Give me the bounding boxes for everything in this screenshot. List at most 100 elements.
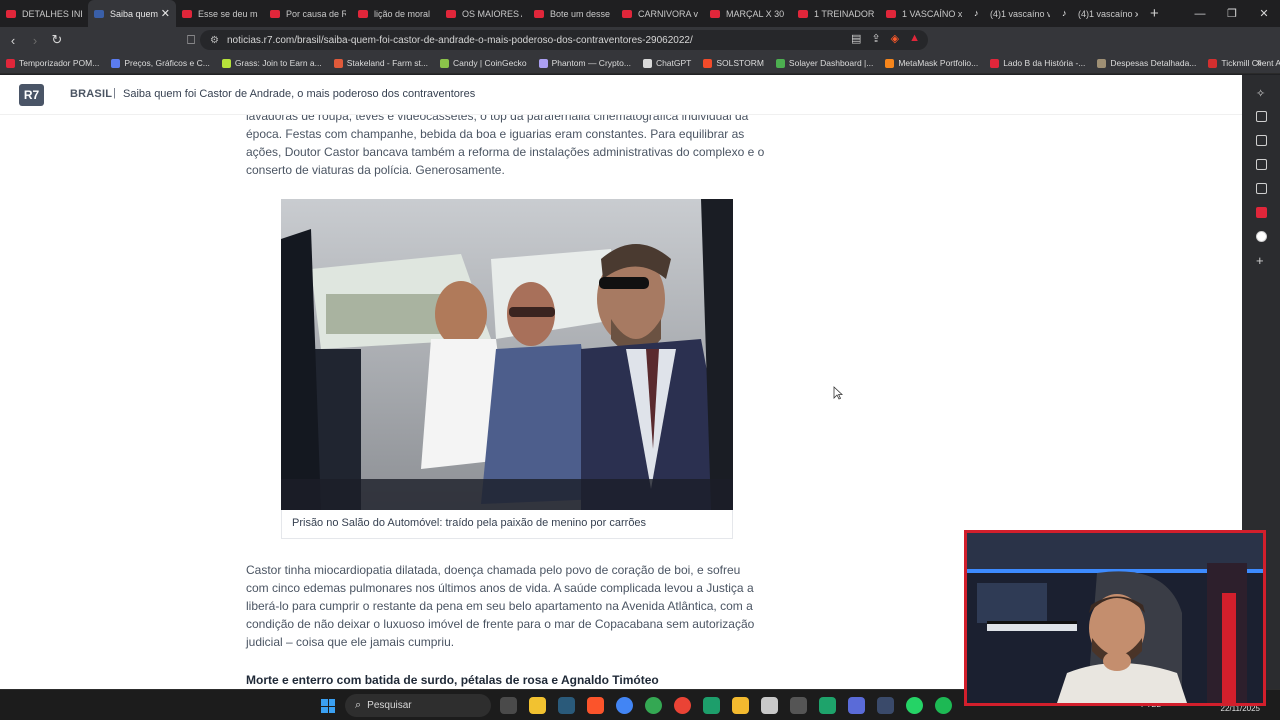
taskbar-search[interactable]: ⌕ Pesquisar — [345, 694, 491, 717]
bookmark-favicon-icon — [775, 58, 785, 68]
spotify-icon[interactable] — [935, 697, 952, 714]
site-info-icon[interactable]: ⚙ — [210, 35, 219, 46]
task-view-icon[interactable] — [500, 697, 517, 714]
wallet-sidebar-icon[interactable] — [1256, 135, 1267, 146]
bookmark-favicon-icon — [990, 58, 1000, 68]
tab-1[interactable]: Saiba quem ✕ — [88, 0, 176, 27]
article-photo[interactable] — [281, 199, 733, 510]
tab-5[interactable]: OS MAIORES A — [440, 0, 528, 27]
tab-8[interactable]: MARÇAL X 30 — [704, 0, 792, 27]
forward-icon[interactable]: › — [24, 33, 46, 48]
reader-mode-icon[interactable]: ▤ — [851, 32, 861, 45]
bookmark-label: Tickmill Client Area — [1221, 58, 1280, 68]
tab-label: Bote um desse — [550, 8, 610, 19]
youtube-icon — [270, 9, 280, 18]
article-paragraph: Castor tinha miocardiopatia dilatada, do… — [246, 563, 755, 649]
chrome-icon[interactable] — [616, 697, 633, 714]
leo-icon[interactable]: ✧ — [1256, 87, 1265, 100]
share-icon[interactable]: ⇪ — [871, 32, 880, 45]
app-icon[interactable] — [790, 697, 807, 714]
bookmark-item[interactable]: Stakeland - Farm st... — [333, 58, 428, 68]
window-controls: — ❐ ✕ — [1184, 0, 1280, 27]
address-bar[interactable]: ⚙ noticias.r7.com/brasil/saiba-quem-foi-… — [200, 30, 928, 50]
section-link[interactable]: BRASIL — [70, 88, 112, 100]
tab-label: Saiba quem — [110, 8, 159, 19]
bookmark-item[interactable]: SOLSTORM — [703, 58, 764, 68]
brave-shield-icon[interactable]: ◈ — [891, 32, 899, 45]
tab-label: (4)1 vascaíno x — [1078, 8, 1138, 19]
whatsapp-icon[interactable] — [906, 697, 923, 714]
tab-label: Por causa de R — [286, 8, 346, 19]
bookmark-item[interactable]: MetaMask Portfolio... — [885, 58, 978, 68]
app-icon[interactable] — [761, 697, 778, 714]
youtube-icon — [534, 9, 544, 18]
binance-icon[interactable] — [732, 697, 749, 714]
mouse-cursor-icon — [833, 386, 843, 400]
tab-10[interactable]: 1 VASCAÍNO x — [880, 0, 968, 27]
tab-label: (4)1 vascaíno v — [990, 8, 1050, 19]
brave-browser-icon[interactable] — [587, 697, 604, 714]
youtube-icon — [886, 9, 896, 18]
article-paragraph: lavadoras de roupa, tevês e videocassete… — [246, 109, 765, 177]
youtube-icon — [358, 9, 368, 18]
file-explorer-icon[interactable] — [529, 697, 546, 714]
back-icon[interactable]: ‹ — [2, 33, 24, 48]
tab-12[interactable]: ♪ (4)1 vascaíno x — [1056, 0, 1144, 27]
bookmark-label: Stakeland - Farm st... — [346, 58, 428, 68]
youtube-icon — [622, 9, 632, 18]
app-icon[interactable] — [877, 697, 894, 714]
bookmark-item[interactable]: Despesas Detalhada... — [1097, 58, 1196, 68]
reload-icon[interactable]: ↻ — [46, 32, 68, 48]
restore-icon[interactable]: ❐ — [1216, 7, 1248, 20]
youtube-icon — [710, 9, 720, 18]
bookmark-item[interactable]: ChatGPT — [642, 58, 691, 68]
reading-list-icon[interactable] — [1256, 111, 1267, 122]
more-bookmarks-icon[interactable]: » — [1256, 57, 1262, 69]
youtube-icon — [6, 9, 16, 18]
bookmark-item[interactable]: Phantom — Crypto... — [538, 58, 631, 68]
bookmark-item[interactable]: Tickmill Client Area — [1208, 58, 1280, 68]
bookmark-item[interactable]: Grass: Join to Earn a... — [221, 58, 322, 68]
tab-4[interactable]: lição de moral — [352, 0, 440, 27]
tab-0[interactable]: DETALHES INÉD — [0, 0, 88, 27]
youtube-sidebar-icon[interactable] — [1256, 207, 1267, 218]
add-panel-icon[interactable]: + — [1256, 253, 1264, 268]
search-placeholder: Pesquisar — [367, 700, 412, 711]
chatgpt-sidebar-icon[interactable] — [1256, 231, 1267, 242]
header-headline: Saiba quem foi Castor de Andrade, o mais… — [123, 88, 476, 100]
tab-label: CARNIVORA vs — [638, 8, 698, 19]
new-tab-icon[interactable]: + — [1150, 5, 1159, 22]
windows-start-icon[interactable] — [321, 699, 335, 713]
vim-icon[interactable] — [703, 697, 720, 714]
youtube-icon — [798, 9, 808, 18]
tab-label: 1 VASCAÍNO x — [902, 8, 962, 19]
minimize-icon[interactable]: — — [1184, 8, 1216, 20]
tab-6[interactable]: Bote um desse — [528, 0, 616, 27]
bookmark-item[interactable]: Temporizador POM... — [6, 58, 99, 68]
bookmark-item[interactable]: Preços, Gráficos e C... — [111, 58, 210, 68]
tab-11[interactable]: ♪ (4)1 vascaíno v — [968, 0, 1056, 27]
tab-9[interactable]: 1 TREINADOR — [792, 0, 880, 27]
tab-3[interactable]: Por causa de R — [264, 0, 352, 27]
close-window-icon[interactable]: ✕ — [1248, 7, 1280, 20]
bookmark-favicon-icon — [6, 58, 15, 68]
bookmark-item[interactable]: Lado B da História -... — [990, 58, 1085, 68]
tab-7[interactable]: CARNIVORA vs — [616, 0, 704, 27]
bookmarks-sidebar-icon[interactable] — [1256, 159, 1267, 170]
tab-2[interactable]: Esse se deu ma — [176, 0, 264, 27]
article-figure: Prisão no Salão do Automóvel: traído pel… — [281, 199, 733, 539]
history-sidebar-icon[interactable] — [1256, 183, 1267, 194]
close-tab-icon[interactable]: ✕ — [161, 7, 170, 20]
app-icon[interactable] — [819, 697, 836, 714]
bookmark-icon[interactable]: ⎕ — [180, 32, 202, 48]
terminal-icon[interactable] — [558, 697, 575, 714]
bookmark-item[interactable]: Candy | CoinGecko — [440, 58, 527, 68]
chrome-icon[interactable] — [674, 697, 691, 714]
bookmark-favicon-icon — [221, 58, 231, 68]
chrome-icon[interactable] — [645, 697, 662, 714]
brave-rewards-icon[interactable]: ▲ — [909, 32, 920, 45]
bookmark-label: Candy | CoinGecko — [453, 58, 527, 68]
app-icon[interactable] — [848, 697, 865, 714]
r7-logo[interactable]: R7 — [19, 84, 44, 106]
bookmark-item[interactable]: Solayer Dashboard |... — [775, 58, 873, 68]
